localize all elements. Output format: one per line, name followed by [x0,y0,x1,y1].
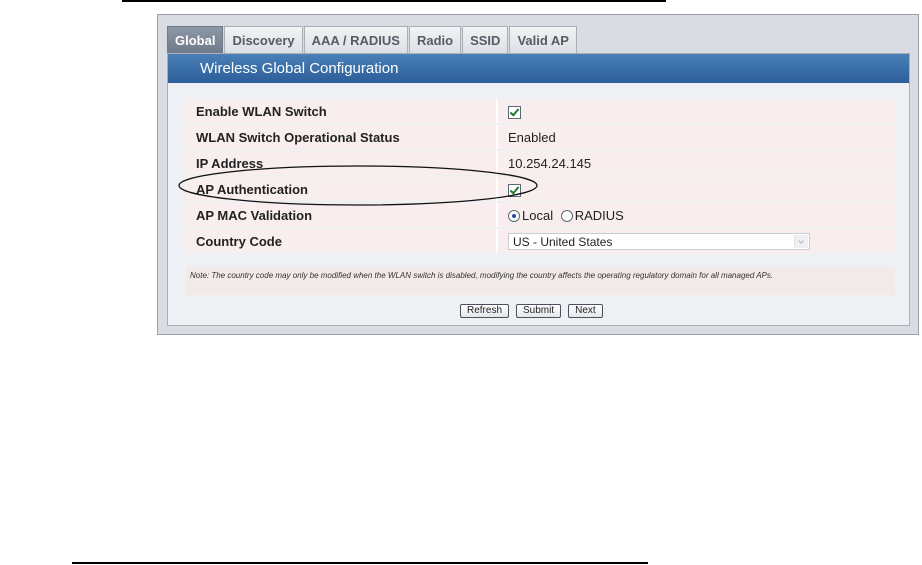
operational-status-value: Enabled [496,125,895,149]
enable-wlan-value [496,99,895,123]
form-row-ip-address: IP Address 10.254.24.145 [186,151,895,175]
config-form: Enable WLAN Switch WLAN Switch Operation… [186,97,895,255]
next-button[interactable]: Next [568,304,603,318]
tab-aaa-radius[interactable]: AAA / RADIUS [303,26,408,53]
ap-authentication-label: AP Authentication [196,181,308,197]
ap-mac-validation-label: AP MAC Validation [196,207,313,223]
tab-valid-ap[interactable]: Valid AP [509,26,577,53]
button-bar: Refresh Submit Next [460,304,610,318]
panel-title: Wireless Global Configuration [168,54,909,83]
ap-authentication-checkbox[interactable] [508,183,521,197]
mac-validation-local-radio[interactable] [508,209,520,222]
operational-status-label: WLAN Switch Operational Status [196,129,400,145]
tab-ssid[interactable]: SSID [462,26,509,53]
form-row-ap-authentication: AP Authentication [186,177,895,201]
country-code-value: US - United States [496,229,895,253]
top-rule [122,0,666,2]
ap-mac-validation-value: Local RADIUS [496,203,895,227]
mac-validation-radius-radio[interactable] [560,209,573,222]
tab-discovery[interactable]: Discovery [224,26,303,53]
check-mark-icon [509,105,520,117]
mac-validation-radius-label: RADIUS [574,208,624,224]
form-row-operational-status: WLAN Switch Operational Status Enabled [186,125,895,149]
tab-bar: Global Discovery AAA / RADIUS Radio SSID… [167,26,578,53]
country-code-note: Note: The country code may only be modif… [186,267,895,295]
bottom-rule [72,562,648,564]
ip-address-value: 10.254.24.145 [496,151,895,175]
enable-wlan-label: Enable WLAN Switch [196,103,327,119]
config-panel: Wireless Global Configuration Enable WLA… [167,53,910,326]
country-code-select[interactable]: US - United States [508,232,810,250]
check-mark-icon [509,183,520,195]
enable-wlan-checkbox[interactable] [508,105,521,119]
ip-address-label: IP Address [196,155,264,171]
wireless-config-window: Global Discovery AAA / RADIUS Radio SSID… [157,14,919,335]
country-code-selected: US - United States [513,234,613,249]
chevron-down-icon [794,234,808,248]
form-row-country-code: Country Code US - United States [186,229,895,253]
mac-validation-local-label: Local [522,208,554,224]
country-code-label: Country Code [196,233,282,249]
form-row-enable-wlan: Enable WLAN Switch [186,99,895,123]
ap-authentication-value [496,177,895,201]
tab-global[interactable]: Global [167,26,224,53]
tab-radio[interactable]: Radio [408,26,462,53]
refresh-button[interactable]: Refresh [460,304,510,318]
form-row-ap-mac-validation: AP MAC Validation Local RADIUS [186,203,895,227]
submit-button[interactable]: Submit [516,304,562,318]
